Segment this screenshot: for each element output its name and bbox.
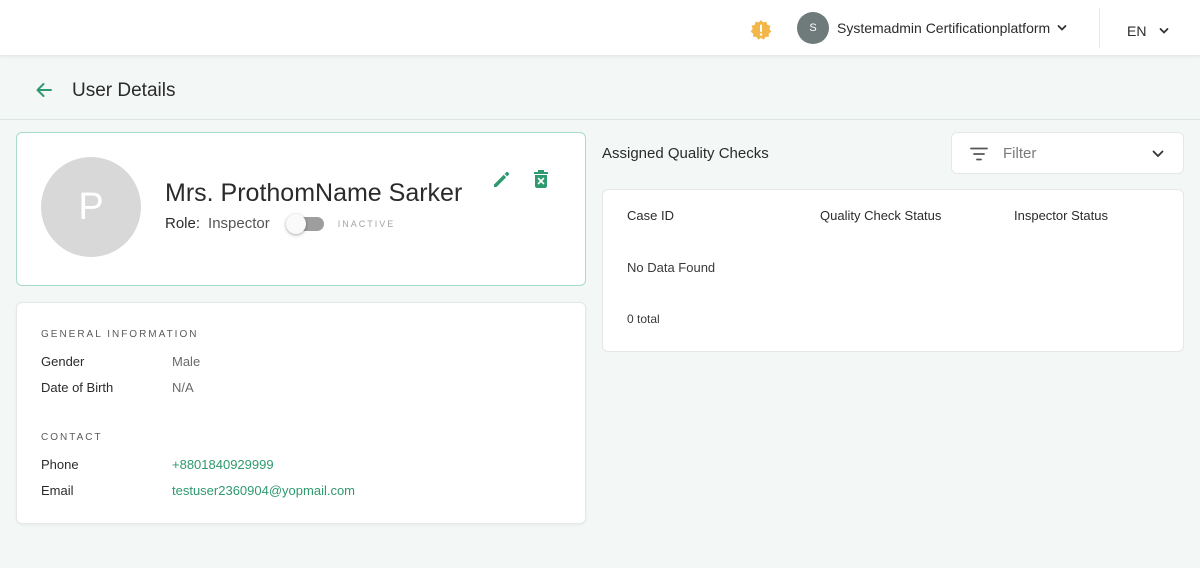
column-header-inspector-status[interactable]: Inspector Status — [1014, 208, 1108, 223]
quality-checks-title: Assigned Quality Checks — [602, 145, 769, 162]
total-count: 0 total — [627, 312, 660, 326]
profile-card: P Mrs. ProthomName Sarker Role: Inspecto… — [16, 132, 586, 286]
column-header-case-id[interactable]: Case ID — [627, 208, 674, 223]
info-card: GENERAL INFORMATION Gender Male Date of … — [16, 302, 586, 524]
contact-title: CONTACT — [41, 432, 103, 443]
empty-state-message: No Data Found — [627, 260, 716, 275]
chevron-down-icon[interactable] — [1056, 21, 1068, 33]
chevron-down-icon[interactable] — [1158, 24, 1170, 36]
user-name[interactable]: Systemadmin Certificationplatform — [837, 20, 1050, 36]
profile-avatar: P — [41, 157, 141, 257]
role-value: Inspector — [208, 215, 270, 232]
notification-icon[interactable] — [750, 19, 772, 41]
page-title: User Details — [72, 80, 176, 101]
chevron-down-icon — [1151, 147, 1165, 161]
phone-link[interactable]: +8801840929999 — [172, 457, 274, 472]
email-label: Email — [41, 483, 74, 498]
language-selector[interactable]: EN — [1127, 23, 1146, 39]
gender-value: Male — [172, 354, 201, 369]
header-divider — [0, 119, 1200, 120]
general-info-title: GENERAL INFORMATION — [41, 329, 199, 340]
dob-label: Date of Birth — [41, 380, 114, 395]
dob-value: N/A — [172, 380, 194, 395]
back-arrow-icon[interactable] — [34, 80, 54, 100]
topbar-divider — [1099, 8, 1100, 48]
active-status-toggle[interactable] — [285, 213, 324, 234]
phone-label: Phone — [41, 457, 79, 472]
delete-icon[interactable] — [533, 169, 549, 189]
gender-label: Gender — [41, 354, 85, 369]
role-label: Role: — [165, 215, 201, 232]
role-row: Role: Inspector INACTIVE — [165, 213, 396, 234]
filter-dropdown[interactable]: Filter — [951, 132, 1184, 174]
profile-full-name: Mrs. ProthomName Sarker — [165, 179, 463, 207]
user-avatar[interactable]: S — [797, 12, 829, 44]
filter-placeholder: Filter — [1003, 145, 1037, 162]
column-header-quality-check-status[interactable]: Quality Check Status — [820, 208, 941, 223]
top-bar: S Systemadmin Certificationplatform EN — [0, 0, 1200, 56]
toggle-knob — [285, 213, 306, 234]
quality-checks-table: Case ID Quality Check Status Inspector S… — [602, 189, 1184, 352]
filter-icon — [970, 145, 988, 163]
status-label: INACTIVE — [337, 218, 396, 229]
edit-icon[interactable] — [492, 169, 512, 189]
email-link[interactable]: testuser2360904@yopmail.com — [172, 483, 355, 498]
